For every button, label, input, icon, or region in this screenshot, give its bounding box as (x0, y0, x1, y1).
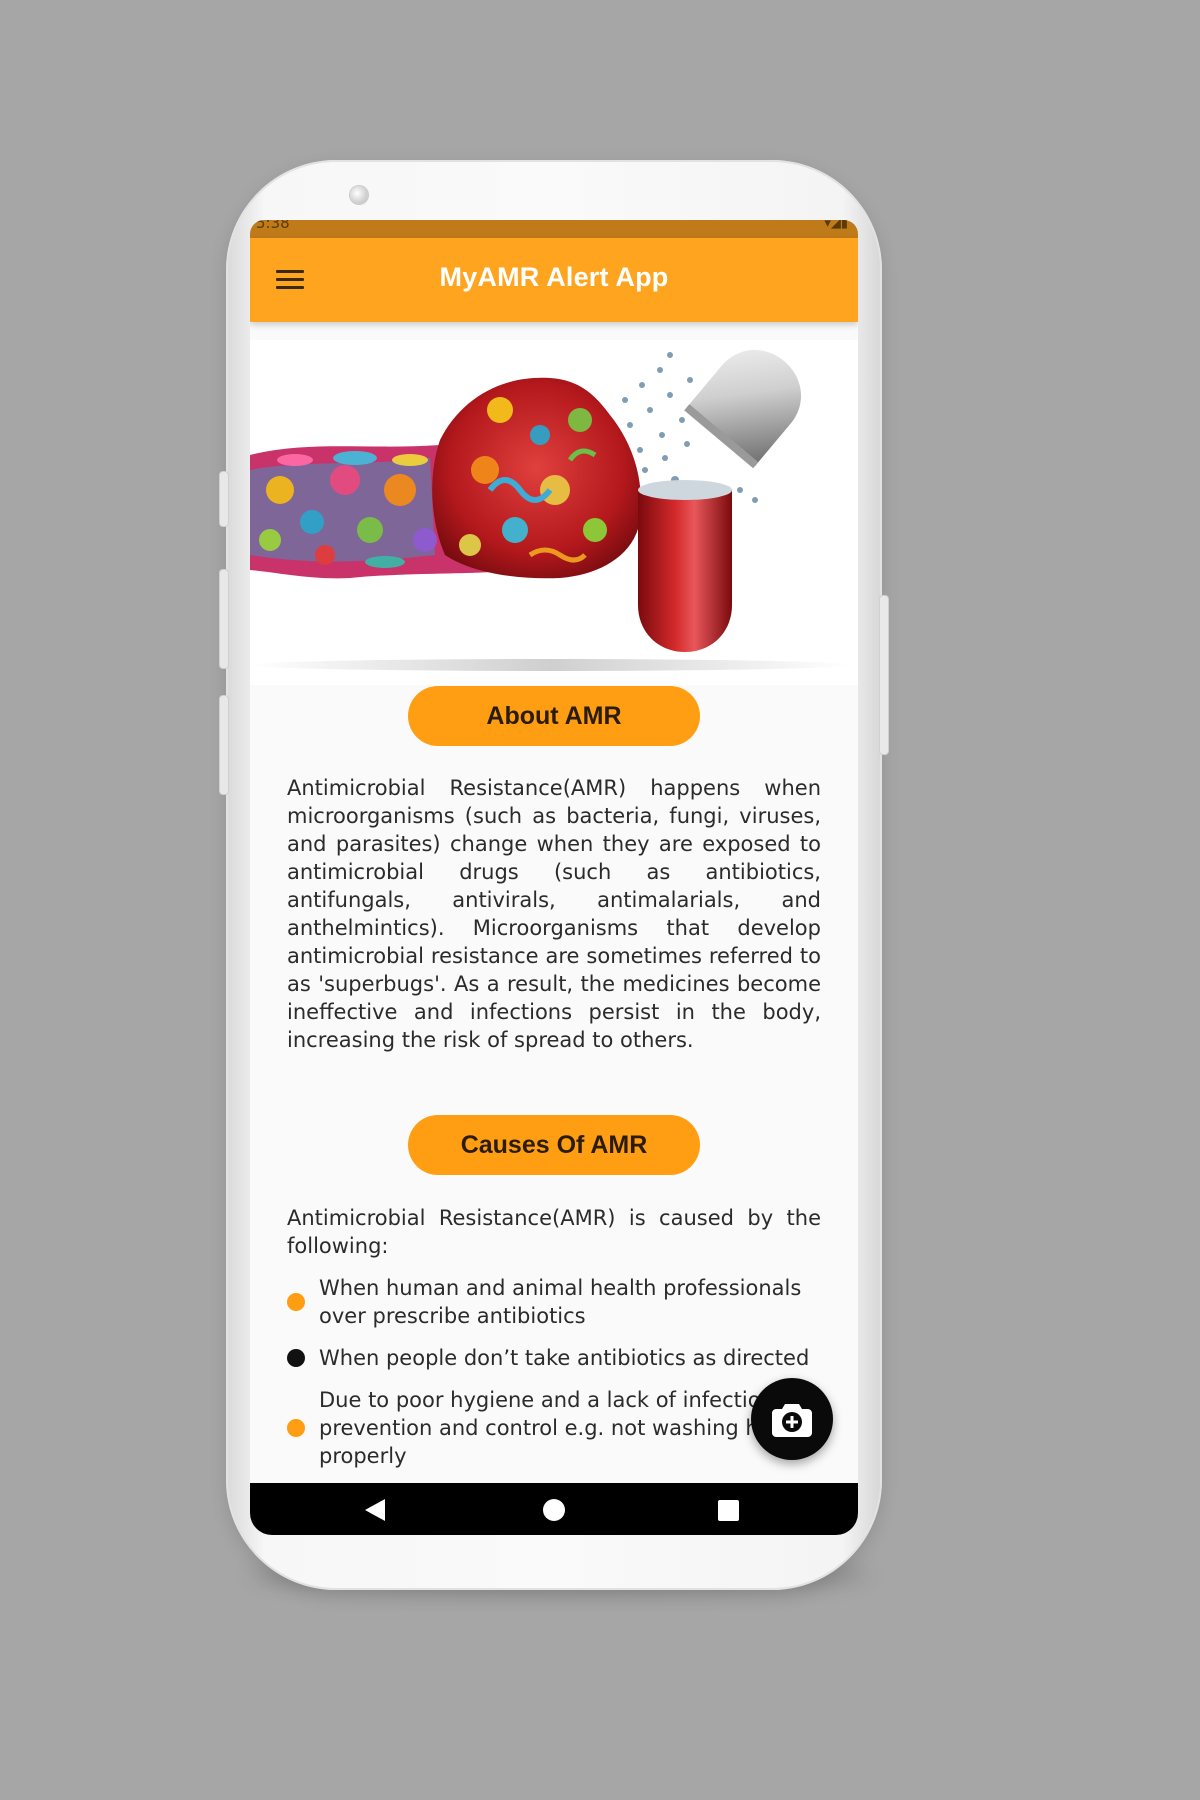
orange-bullet-icon (287, 1293, 305, 1311)
volume-down-button (220, 696, 228, 794)
status-bar: 5:38 ▾◢▮ (250, 220, 858, 238)
list-item: When people don’t take antibiotics as di… (287, 1344, 847, 1372)
back-triangle-icon[interactable] (365, 1499, 385, 1521)
volume-up-button (220, 570, 228, 668)
power-button (880, 596, 888, 754)
phone-screen: 5:38 ▾◢▮ MyAMR Alert App About AMR Antim… (250, 220, 858, 1535)
status-icons: ▾◢▮ (824, 220, 848, 231)
causes-list: When human and animal health professiona… (287, 1274, 847, 1484)
cause-text: When human and animal health professiona… (319, 1276, 802, 1328)
about-amr-button[interactable]: About AMR (408, 686, 700, 746)
camera-add-icon (772, 1404, 812, 1437)
recents-square-icon[interactable] (718, 1500, 739, 1521)
black-bullet-icon (287, 1349, 305, 1367)
cause-text: When people don’t take antibiotics as di… (319, 1346, 810, 1370)
app-title: MyAMR Alert App (439, 262, 669, 292)
list-item: When human and animal health professiona… (287, 1274, 847, 1330)
home-circle-icon[interactable] (543, 1499, 565, 1521)
amr-hero-image (250, 340, 858, 685)
bacteria-fist-capsule-illustration (250, 340, 858, 685)
causes-intro-text: Antimicrobial Resistance(AMR) is caused … (287, 1206, 821, 1258)
app-bar: MyAMR Alert App (250, 238, 858, 322)
system-nav-bar (250, 1483, 858, 1535)
orange-bullet-icon (287, 1419, 305, 1437)
cause-text: Due to poor hygiene and a lack of infect… (319, 1388, 810, 1468)
camera-fab-button[interactable] (751, 1378, 833, 1460)
front-camera (350, 186, 368, 204)
causes-amr-button[interactable]: Causes Of AMR (408, 1115, 700, 1175)
about-amr-text: Antimicrobial Resistance(AMR) happens wh… (287, 776, 821, 1052)
status-time: 5:38 (256, 220, 290, 232)
phone-side-button (220, 472, 228, 526)
